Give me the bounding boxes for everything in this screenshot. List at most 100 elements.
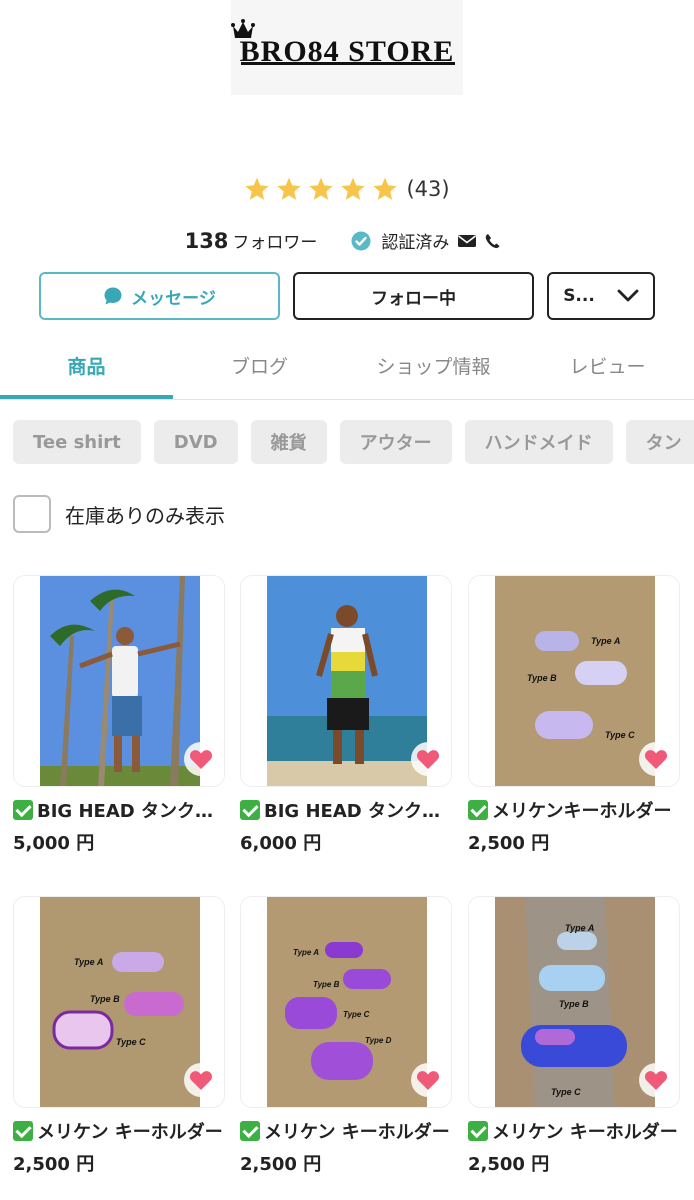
tab-shop-info[interactable]: ショップ情報 bbox=[346, 352, 521, 379]
tab-reviews[interactable]: レビュー bbox=[521, 352, 694, 379]
verified-check-icon bbox=[351, 231, 371, 250]
product-title[interactable]: メリケンキーホルダー bbox=[468, 797, 680, 823]
product-price: 6,000 円 bbox=[240, 833, 322, 854]
product-title[interactable]: メリケン キーホルダー bbox=[468, 1118, 680, 1144]
heart-icon bbox=[644, 1071, 668, 1090]
message-button[interactable]: メッセージ bbox=[39, 272, 280, 320]
tab-products[interactable]: 商品 bbox=[0, 352, 173, 379]
svg-text:Type C: Type C bbox=[343, 1010, 370, 1019]
product-photo-knuckles-sand: Type A Type B Type C bbox=[495, 576, 655, 786]
product-image[interactable]: Type A Type B Type C bbox=[13, 896, 225, 1108]
crown-icon bbox=[231, 19, 255, 38]
checkmark-icon bbox=[240, 800, 260, 820]
product-title[interactable]: BIG HEAD タンクトップ bbox=[240, 797, 452, 823]
category-chip-goods[interactable]: 雑貨 bbox=[250, 420, 327, 464]
product-photo-knuckles-pink: Type A Type B Type C bbox=[40, 897, 200, 1107]
product-card[interactable]: Type A Type B Type C メリケン キーホルダー 2,500 円 bbox=[468, 896, 680, 1176]
shop-rating[interactable]: (43) bbox=[0, 176, 694, 202]
svg-text:Type A: Type A bbox=[293, 948, 319, 957]
product-image[interactable]: Type A Type B Type C Type D bbox=[240, 896, 452, 1108]
verified-label: 認証済み bbox=[381, 233, 450, 253]
svg-text:Type C: Type C bbox=[605, 730, 635, 740]
star-icon bbox=[309, 177, 334, 200]
category-chip-handmade[interactable]: ハンドメイド bbox=[464, 420, 613, 464]
phone-icon bbox=[486, 233, 500, 248]
product-price: 2,500 円 bbox=[240, 1154, 322, 1175]
svg-text:Type A: Type A bbox=[591, 636, 620, 646]
shop-meta: 138 フォロワー 認証済み bbox=[0, 228, 694, 253]
logo-underline bbox=[241, 62, 455, 65]
more-dropdown-button[interactable]: S... bbox=[547, 272, 655, 320]
checkmark-icon bbox=[468, 1121, 488, 1141]
product-price: 2,500 円 bbox=[468, 833, 550, 854]
favorite-heart-button[interactable] bbox=[184, 742, 218, 776]
heart-icon bbox=[416, 1071, 440, 1090]
heart-icon bbox=[189, 750, 213, 769]
svg-text:Type C: Type C bbox=[116, 1037, 146, 1047]
product-card[interactable]: BIG HEAD タンクトップ 5,000 円 bbox=[13, 575, 225, 855]
favorite-heart-button[interactable] bbox=[411, 1063, 445, 1097]
svg-text:Type A: Type A bbox=[74, 957, 103, 967]
product-title[interactable]: メリケン キーホルダー bbox=[240, 1118, 452, 1144]
svg-text:Type D: Type D bbox=[365, 1036, 392, 1045]
star-icon bbox=[245, 177, 270, 200]
product-image[interactable] bbox=[13, 575, 225, 787]
shop-tabs: 商品 ブログ ショップ情報 レビュー bbox=[0, 340, 694, 400]
product-image[interactable]: Type A Type B Type C bbox=[468, 896, 680, 1108]
follow-button-label: フォロー中 bbox=[371, 288, 456, 309]
stock-filter[interactable]: 在庫ありのみ表示 bbox=[13, 495, 225, 533]
product-card[interactable]: Type A Type B Type C Type D メリケン キーホルダー … bbox=[240, 896, 452, 1176]
checkmark-icon bbox=[13, 800, 33, 820]
stock-only-label: 在庫ありのみ表示 bbox=[65, 503, 225, 528]
category-chip-outer[interactable]: アウター bbox=[339, 420, 452, 464]
category-chip-tee-shirt[interactable]: Tee shirt bbox=[13, 420, 141, 464]
svg-text:Type B: Type B bbox=[313, 980, 340, 989]
star-icon bbox=[341, 177, 366, 200]
active-tab-indicator bbox=[0, 395, 173, 399]
favorite-heart-button[interactable] bbox=[639, 742, 673, 776]
product-title[interactable]: メリケン キーホルダー bbox=[13, 1118, 225, 1144]
product-photo-man-palm-trees bbox=[40, 576, 200, 786]
category-chip-dvd[interactable]: DVD bbox=[153, 420, 238, 464]
followers-label[interactable]: フォロワー bbox=[232, 228, 317, 253]
product-photo-knuckles-driftwood: Type A Type B Type C bbox=[495, 897, 655, 1107]
follow-button[interactable]: フォロー中 bbox=[293, 272, 534, 320]
svg-text:Type B: Type B bbox=[90, 994, 120, 1004]
product-image[interactable] bbox=[240, 575, 452, 787]
shop-logo: BRO84 STORE bbox=[231, 0, 463, 95]
checkmark-icon bbox=[13, 1121, 33, 1141]
heart-icon bbox=[189, 1071, 213, 1090]
rating-count: (43) bbox=[406, 177, 450, 201]
product-price: 2,500 円 bbox=[13, 1154, 95, 1175]
product-price: 5,000 円 bbox=[13, 833, 95, 854]
chevron-down-icon bbox=[617, 289, 639, 302]
product-card[interactable]: BIG HEAD タンクトップ 6,000 円 bbox=[240, 575, 452, 855]
message-button-label: メッセージ bbox=[131, 288, 216, 309]
mail-icon bbox=[458, 234, 477, 247]
product-photo-man-beach bbox=[267, 576, 427, 786]
checkmark-icon bbox=[468, 800, 488, 820]
heart-icon bbox=[644, 750, 668, 769]
product-title[interactable]: BIG HEAD タンクトップ bbox=[13, 797, 225, 823]
svg-text:Type B: Type B bbox=[559, 999, 589, 1009]
svg-text:Type B: Type B bbox=[527, 673, 557, 683]
chat-bubble-icon bbox=[104, 287, 122, 305]
favorite-heart-button[interactable] bbox=[411, 742, 445, 776]
stock-only-checkbox[interactable] bbox=[13, 495, 51, 533]
tab-blog[interactable]: ブログ bbox=[173, 352, 346, 379]
star-icon bbox=[277, 177, 302, 200]
product-card[interactable]: Type A Type B Type C メリケン キーホルダー 2,500 円 bbox=[13, 896, 225, 1176]
svg-text:Type C: Type C bbox=[551, 1087, 581, 1097]
category-chip-tank[interactable]: タン bbox=[625, 420, 694, 464]
product-card[interactable]: Type A Type B Type C メリケンキーホルダー 2,500 円 bbox=[468, 575, 680, 855]
svg-text:Type A: Type A bbox=[565, 923, 594, 933]
favorite-heart-button[interactable] bbox=[639, 1063, 673, 1097]
star-icon bbox=[373, 177, 398, 200]
product-image[interactable]: Type A Type B Type C bbox=[468, 575, 680, 787]
more-button-label: S... bbox=[563, 286, 595, 306]
favorite-heart-button[interactable] bbox=[184, 1063, 218, 1097]
followers-count[interactable]: 138 bbox=[185, 229, 229, 253]
product-price: 2,500 円 bbox=[468, 1154, 550, 1175]
category-chips: Tee shirt DVD 雑貨 アウター ハンドメイド タン bbox=[13, 420, 694, 464]
checkmark-icon bbox=[240, 1121, 260, 1141]
